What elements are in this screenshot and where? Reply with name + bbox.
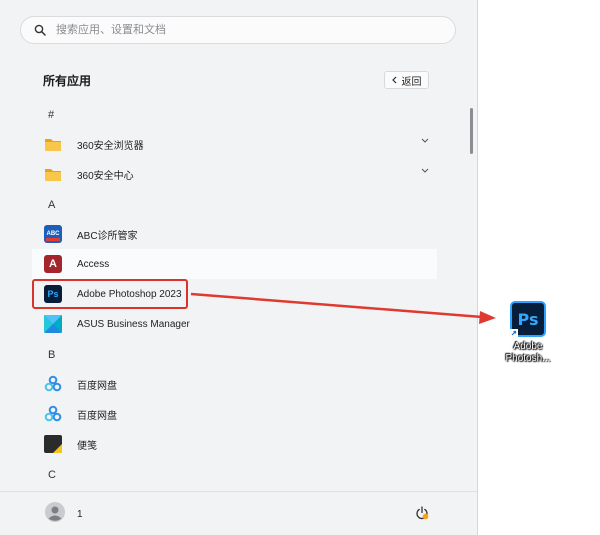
arrow-annotation bbox=[190, 292, 496, 324]
desktop-photoshop-icon-text: Ps bbox=[517, 309, 539, 329]
desktop-shortcut-label[interactable]: Adobe Photosh... bbox=[498, 341, 558, 365]
shortcut-arrow-icon bbox=[510, 329, 518, 337]
